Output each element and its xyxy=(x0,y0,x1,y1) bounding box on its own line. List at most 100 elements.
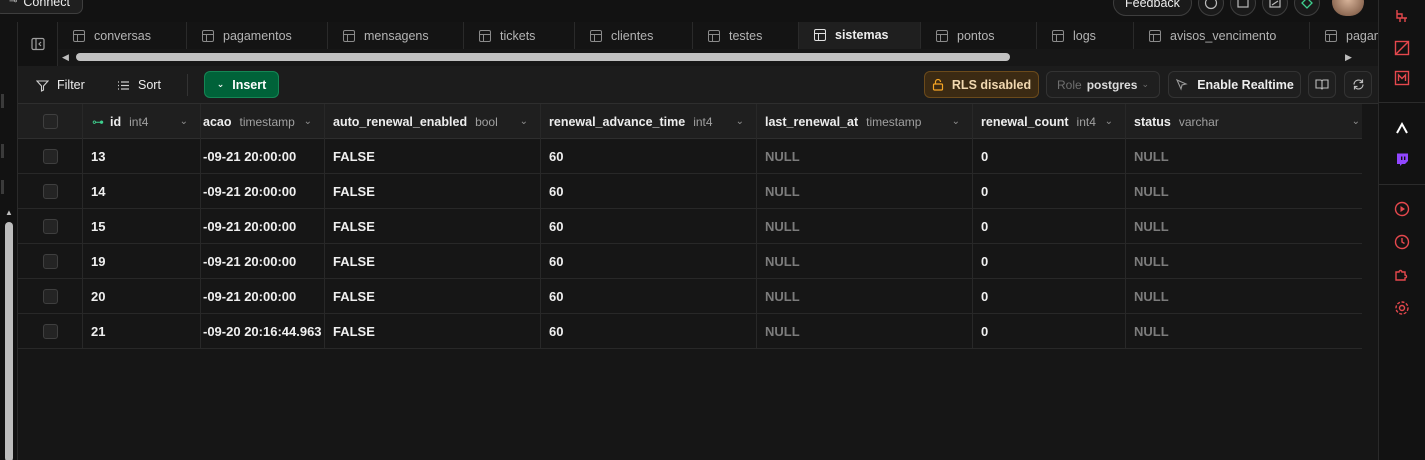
cell-last-renewal-at[interactable]: NULL xyxy=(757,244,973,279)
cell-last-renewal-at[interactable]: NULL xyxy=(757,139,973,174)
tab-conversas[interactable]: conversas xyxy=(58,22,187,49)
cell-status[interactable]: NULL xyxy=(1126,209,1362,244)
docs-button[interactable] xyxy=(1308,71,1336,98)
chevron-down-icon[interactable]: ⌄ xyxy=(1352,116,1360,127)
refresh-button[interactable] xyxy=(1344,71,1372,98)
inbox-icon[interactable] xyxy=(1230,0,1256,16)
cell-renewal-count[interactable]: 0 xyxy=(973,314,1126,349)
cell-status[interactable]: NULL xyxy=(1126,174,1362,209)
cell-id[interactable]: 14 xyxy=(83,174,201,209)
cell-renewal-count[interactable]: 0 xyxy=(973,139,1126,174)
table-row[interactable]: 14 -09-21 20:00:00 FALSE 60 NULL 0 NULL xyxy=(18,174,1362,209)
cell-acao[interactable]: -09-20 20:16:44.963 xyxy=(201,314,325,349)
tab-pontos[interactable]: pontos xyxy=(921,22,1037,49)
settings-gear-icon[interactable] xyxy=(1392,298,1412,318)
column-header-renewal-count[interactable]: renewal_count int4 ⌄ xyxy=(973,104,1126,139)
column-header-status[interactable]: status varchar ⌄ xyxy=(1126,104,1362,139)
cell-last-renewal-at[interactable]: NULL xyxy=(757,279,973,314)
twitch-icon[interactable] xyxy=(1392,150,1412,170)
table-row[interactable]: 19 -09-21 20:00:00 FALSE 60 NULL 0 NULL xyxy=(18,244,1362,279)
cell-status[interactable]: NULL xyxy=(1126,139,1362,174)
chevron-down-icon[interactable]: ⌄ xyxy=(304,116,312,127)
scroll-right-arrow[interactable]: ▶ xyxy=(1345,52,1352,63)
cell-status[interactable]: NULL xyxy=(1126,314,1362,349)
cell-auto-renewal-enabled[interactable]: FALSE xyxy=(325,174,541,209)
tab-sistemas[interactable]: sistemas xyxy=(799,22,921,49)
tab-pagam[interactable]: pagam xyxy=(1310,22,1378,49)
chevron-down-icon[interactable]: ⌄ xyxy=(1105,116,1113,127)
tab-testes[interactable]: testes xyxy=(693,22,799,49)
chevron-down-icon[interactable]: ⌄ xyxy=(180,116,188,127)
cell-renewal-count[interactable]: 0 xyxy=(973,279,1126,314)
cell-renewal-advance-time[interactable]: 60 xyxy=(541,209,757,244)
cell-renewal-advance-time[interactable]: 60 xyxy=(541,174,757,209)
cell-renewal-advance-time[interactable]: 60 xyxy=(541,279,757,314)
tab-mensagens[interactable]: mensagens xyxy=(328,22,464,49)
puzzle-icon[interactable] xyxy=(1392,264,1412,284)
cell-renewal-advance-time[interactable]: 60 xyxy=(541,139,757,174)
cell-acao[interactable]: -09-21 20:00:00 xyxy=(201,209,325,244)
scroll-left-arrow[interactable]: ◀ xyxy=(62,52,69,63)
chevron-down-icon[interactable]: ⌄ xyxy=(952,116,960,127)
tab-scrollbar[interactable]: ◀ ▶ xyxy=(58,49,1378,66)
column-header-renewal-advance-time[interactable]: renewal_advance_time int4 ⌄ xyxy=(541,104,757,139)
cell-auto-renewal-enabled[interactable]: FALSE xyxy=(325,209,541,244)
column-header-last-renewal-at[interactable]: last_renewal_at timestamp ⌄ xyxy=(757,104,973,139)
rls-disabled-button[interactable]: RLS disabled xyxy=(924,71,1039,98)
cell-renewal-count[interactable]: 0 xyxy=(973,244,1126,279)
cell-last-renewal-at[interactable]: NULL xyxy=(757,209,973,244)
insert-button[interactable]: ⌄ Insert xyxy=(204,71,279,98)
connect-button[interactable]: ⊸ Connect xyxy=(0,0,83,14)
pipeline-icon[interactable] xyxy=(1392,6,1412,26)
cell-renewal-count[interactable]: 0 xyxy=(973,174,1126,209)
table-row[interactable]: 15 -09-21 20:00:00 FALSE 60 NULL 0 NULL xyxy=(18,209,1362,244)
cell-status[interactable]: NULL xyxy=(1126,244,1362,279)
enable-realtime-button[interactable]: Enable Realtime xyxy=(1168,71,1301,98)
sort-button[interactable]: Sort xyxy=(109,72,169,98)
advisor-icon[interactable] xyxy=(1294,0,1320,16)
cell-id[interactable]: 13 xyxy=(83,139,201,174)
play-circle-icon[interactable] xyxy=(1392,199,1412,219)
column-header-acao[interactable]: acao timestamp ⌄ xyxy=(201,104,325,139)
user-avatar[interactable] xyxy=(1332,0,1364,16)
vertical-scrollbar-thumb[interactable] xyxy=(5,222,13,460)
feedback-button[interactable]: Feedback xyxy=(1113,0,1192,16)
sidebar-toggle-button[interactable] xyxy=(18,22,58,66)
cell-id[interactable]: 15 xyxy=(83,209,201,244)
cell-acao[interactable]: -09-21 20:00:00 xyxy=(201,139,325,174)
cell-renewal-advance-time[interactable]: 60 xyxy=(541,314,757,349)
select-all-checkbox[interactable] xyxy=(42,114,58,129)
cell-acao[interactable]: -09-21 20:00:00 xyxy=(201,174,325,209)
cell-id[interactable]: 21 xyxy=(83,314,201,349)
table-row[interactable]: 21 -09-20 20:16:44.963 FALSE 60 NULL 0 NULL xyxy=(18,314,1362,349)
no-image-icon[interactable] xyxy=(1392,38,1412,58)
row-checkbox[interactable] xyxy=(42,289,58,304)
cell-id[interactable]: 20 xyxy=(83,279,201,314)
tab-clientes[interactable]: clientes xyxy=(575,22,693,49)
scroll-up-arrow[interactable]: ▲ xyxy=(3,208,15,218)
cell-last-renewal-at[interactable]: NULL xyxy=(757,174,973,209)
tab-avisos-vencimento[interactable]: avisos_vencimento xyxy=(1134,22,1310,49)
table-row[interactable]: 20 -09-21 20:00:00 FALSE 60 NULL 0 NULL xyxy=(18,279,1362,314)
cell-auto-renewal-enabled[interactable]: FALSE xyxy=(325,139,541,174)
cell-acao[interactable]: -09-21 20:00:00 xyxy=(201,244,325,279)
cell-auto-renewal-enabled[interactable]: FALSE xyxy=(325,244,541,279)
tab-pagamentos[interactable]: pagamentos xyxy=(187,22,328,49)
chevron-down-icon[interactable]: ⌄ xyxy=(736,116,744,127)
terminal-icon[interactable] xyxy=(1262,0,1288,16)
clock-icon[interactable] xyxy=(1392,232,1412,252)
help-icon[interactable] xyxy=(1198,0,1224,16)
cell-renewal-count[interactable]: 0 xyxy=(973,209,1126,244)
cell-acao[interactable]: -09-21 20:00:00 xyxy=(201,279,325,314)
column-header-id[interactable]: ⊶ id int4 ⌄ xyxy=(83,104,201,139)
cell-id[interactable]: 19 xyxy=(83,244,201,279)
row-checkbox[interactable] xyxy=(42,219,58,234)
table-row[interactable]: 13 -09-21 20:00:00 FALSE 60 NULL 0 NULL xyxy=(18,139,1362,174)
chevron-down-icon[interactable]: ⌄ xyxy=(520,116,528,127)
row-checkbox[interactable] xyxy=(42,149,58,164)
gmail-icon[interactable] xyxy=(1392,68,1412,88)
role-select[interactable]: Role postgres ⌄ xyxy=(1046,71,1160,98)
vercel-icon[interactable] xyxy=(1392,118,1412,138)
cell-auto-renewal-enabled[interactable]: FALSE xyxy=(325,279,541,314)
filter-button[interactable]: Filter xyxy=(28,72,93,98)
